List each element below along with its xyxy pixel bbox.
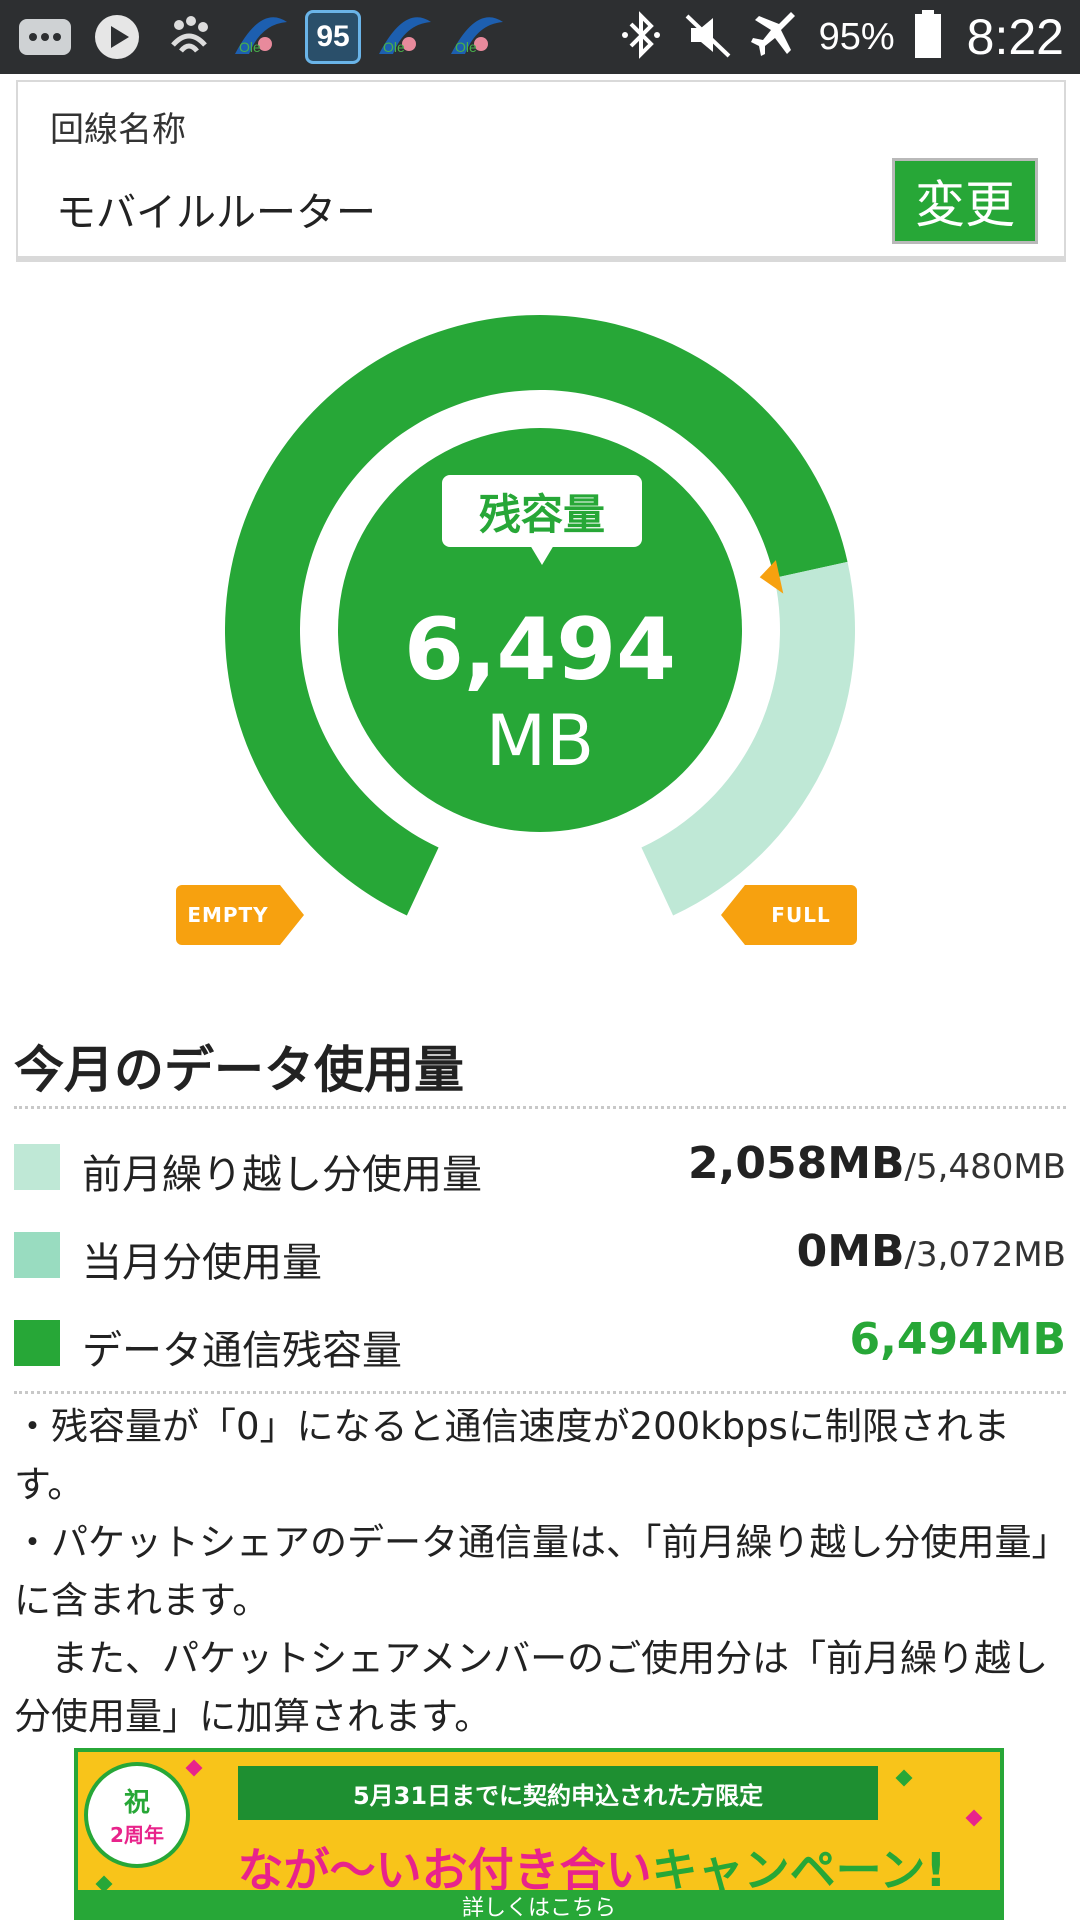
campaign-banner[interactable]: 5月31日までに契約申込された方限定 祝 2周年 なが〜いお付き合いキャンペーン… (74, 1748, 1004, 1920)
badge-95-icon: 95 (304, 10, 362, 64)
usage-row-carryover: 前月繰り越し分使用量 2,058MB/5,480MB (14, 1138, 1066, 1198)
remaining-unit: MB (485, 700, 595, 782)
confetti (185, 1759, 203, 1777)
battery-percent: 95% (818, 15, 895, 58)
usage-value: 0MB/3,072MB (797, 1226, 1066, 1277)
full-tag: FULL (721, 885, 857, 945)
usage-amount: 0MB (796, 1226, 905, 1277)
campaign-ribbon: 5月31日までに契約申込された方限定 (238, 1766, 878, 1820)
ole-app-icon: Ole (232, 12, 290, 62)
svg-text:Ole: Ole (455, 39, 477, 55)
line-name-label: 回線名称 (50, 110, 186, 150)
usage-row-remaining: データ通信残容量 6,494MB (14, 1314, 1066, 1374)
remaining-value: 6,494 (403, 600, 677, 700)
legend-swatch (14, 1232, 60, 1278)
seal-bottom: 2周年 (110, 1823, 164, 1847)
change-button[interactable]: 変更 (892, 158, 1038, 244)
usage-amount: 6,494MB (849, 1314, 1067, 1365)
confetti (965, 1809, 983, 1827)
empty-tag: EMPTY (176, 885, 304, 945)
usage-label: データ通信残容量 (82, 1328, 402, 1374)
campaign-title-green: キャンペーン! (651, 1843, 947, 1897)
usage-label: 当月分使用量 (82, 1240, 322, 1286)
bluetooth-icon (617, 10, 665, 64)
remaining-data-gauge: 残容量 6,494 MB EMPTY FULL (176, 300, 890, 960)
ole-app-icon: Ole (376, 12, 434, 62)
airplane-icon (750, 10, 801, 64)
usage-row-current-month: 当月分使用量 0MB/3,072MB (14, 1226, 1066, 1286)
note-text: ・パケットシェアのデータ通信量は、「前月繰り越し分使用量」に含まれます。 (14, 1521, 1050, 1622)
line-name-card: 回線名称 モバイルルーター 変更 (16, 80, 1066, 262)
campaign-details-link[interactable]: 詳しくはこちら (78, 1890, 1000, 1920)
usage-value: 6,494MB (850, 1314, 1067, 1365)
seal-top: 祝 (123, 1788, 150, 1818)
usage-label: 前月繰り越し分使用量 (82, 1152, 482, 1198)
mute-icon (683, 10, 733, 64)
svg-text:Ole: Ole (239, 39, 261, 55)
anniversary-seal: 祝 2周年 (84, 1762, 190, 1868)
play-icon (88, 12, 146, 62)
note-text: また、パケットシェアメンバーのご使用分は「前月繰り越し分使用量」に加算されます。 (14, 1637, 1049, 1738)
campaign-title-pink: なが〜いお付き合い (237, 1843, 652, 1897)
status-bar: Ole 95 Ole Ole 95% 8:22 (0, 0, 1080, 74)
divider (14, 1391, 1066, 1394)
usage-amount: 2,058MB (688, 1138, 905, 1189)
divider (14, 1106, 1066, 1109)
legend-swatch (14, 1144, 60, 1190)
messages-icon (16, 12, 74, 62)
remaining-label-bubble: 残容量 (442, 475, 642, 565)
usage-value: 2,058MB/5,480MB (688, 1138, 1066, 1189)
ole-app-icon: Ole (448, 12, 506, 62)
usage-notes: ・残容量が「0」になると通信速度が200kbpsに制限されます。 ・パケットシェ… (14, 1398, 1066, 1746)
clock: 8:22 (966, 9, 1064, 65)
line-name-value: モバイルルーター (56, 190, 376, 236)
paw-wifi-icon (160, 12, 218, 62)
monthly-usage-title: 今月のデータ使用量 (14, 1041, 464, 1099)
usage-total: /5,480MB (904, 1147, 1066, 1187)
confetti (895, 1769, 913, 1787)
svg-text:Ole: Ole (383, 39, 405, 55)
battery-icon (913, 10, 943, 64)
legend-swatch (14, 1320, 60, 1366)
usage-total: /3,072MB (904, 1235, 1066, 1275)
note-text: ・残容量が「0」になると通信速度が200kbpsに制限されます。 (14, 1405, 1010, 1506)
